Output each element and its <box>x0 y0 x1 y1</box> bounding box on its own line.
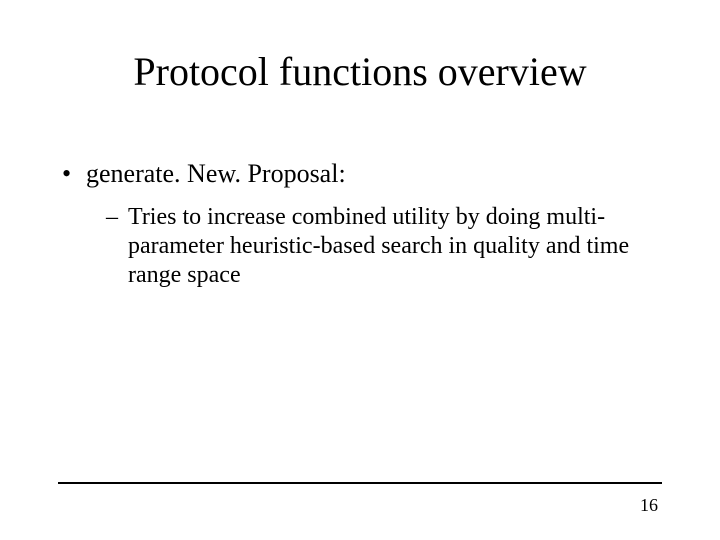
slide: Protocol functions overview •generate. N… <box>0 0 720 540</box>
bullet-level-1-text: generate. New. Proposal: <box>86 158 346 189</box>
bullet-dash-icon: – <box>106 203 128 232</box>
slide-title: Protocol functions overview <box>0 48 720 95</box>
bullet-level-1: •generate. New. Proposal: <box>62 158 660 189</box>
bullet-level-2-text: Tries to increase combined utility by do… <box>128 203 648 289</box>
bullet-level-2: –Tries to increase combined utility by d… <box>106 203 660 289</box>
slide-body: •generate. New. Proposal: –Tries to incr… <box>62 158 660 290</box>
page-number: 16 <box>640 495 658 516</box>
footer-divider <box>58 482 662 484</box>
bullet-dot-icon: • <box>62 158 86 189</box>
